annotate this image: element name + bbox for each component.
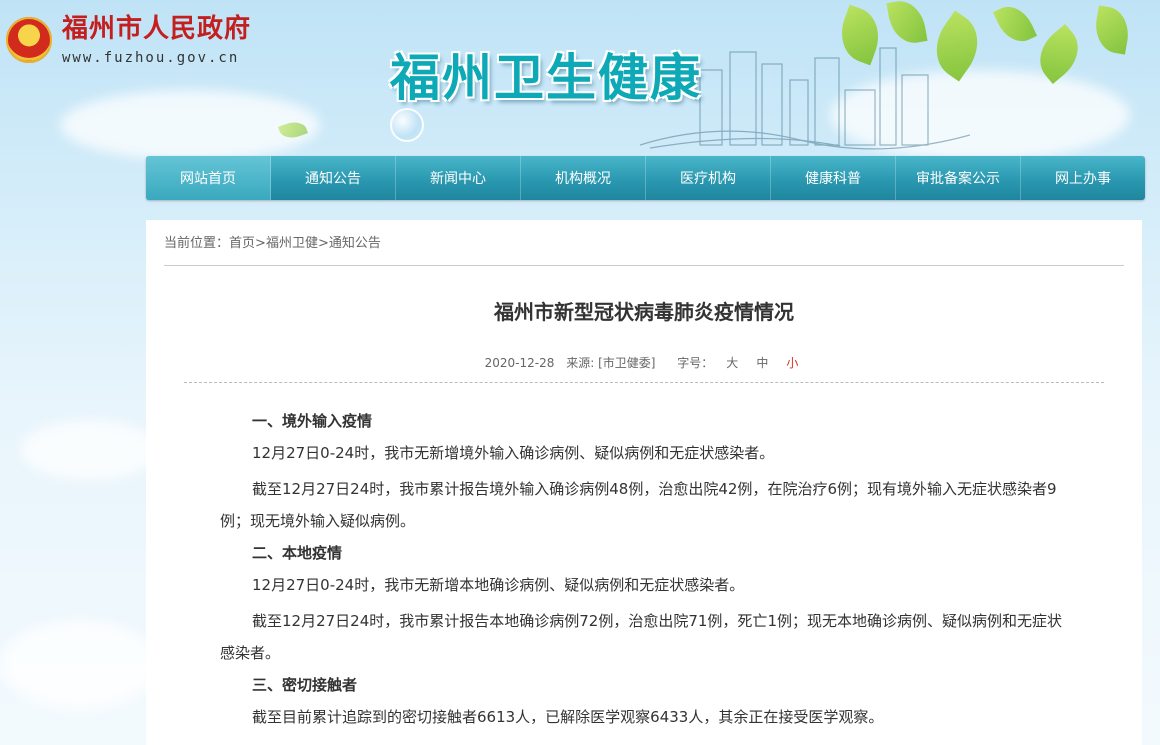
bubble-decoration bbox=[390, 108, 424, 142]
gov-url: www.fuzhou.gov.cn bbox=[62, 50, 240, 66]
breadcrumb-notices[interactable]: 通知公告 bbox=[329, 236, 381, 251]
gov-name: 福州市人民政府 bbox=[62, 14, 252, 44]
breadcrumb-divider bbox=[164, 265, 1124, 266]
font-size-label: 字号： bbox=[677, 356, 714, 370]
nav-item-about[interactable]: 机构概况 bbox=[521, 156, 646, 200]
cloud-decoration bbox=[20, 420, 160, 480]
paragraph: 12月27日0-24时，我市无新增境外输入确诊病例、疑似病例和无症状感染者。 bbox=[252, 444, 775, 462]
gov-logo[interactable]: 福州市人民政府 www.fuzhou.gov.cn bbox=[6, 14, 251, 66]
meta-divider bbox=[184, 382, 1104, 383]
content-panel: 当前位置：首页>福州卫健>通知公告 福州市新型冠状病毒肺炎疫情情况 2020-1… bbox=[146, 220, 1142, 745]
font-size-large[interactable]: 大 bbox=[726, 356, 738, 370]
nav-item-health-science[interactable]: 健康科普 bbox=[771, 156, 896, 200]
paragraph: 截至12月27日24时，我市累计报告境外输入确诊病例48例，治愈出院42例，在院… bbox=[220, 480, 1057, 530]
section-heading: 二、本地疫情 bbox=[252, 544, 343, 562]
section-heading: 三、密切接触者 bbox=[252, 676, 358, 694]
paragraph: 12月27日0-24时，我市无新增本地确诊病例、疑似病例和无症状感染者。 bbox=[252, 576, 745, 594]
article-body: 一、境外输入疫情 12月27日0-24时，我市无新增境外输入确诊病例、疑似病例和… bbox=[220, 405, 1075, 733]
nav-item-medical[interactable]: 医疗机构 bbox=[646, 156, 771, 200]
breadcrumb: 当前位置：首页>福州卫健>通知公告 bbox=[164, 232, 381, 251]
article-date: 2020-12-28 bbox=[484, 356, 555, 370]
breadcrumb-prefix: 当前位置： bbox=[164, 236, 230, 251]
paragraph: 截至12月27日24时，我市累计报告本地确诊病例72例，治愈出院71例，死亡1例… bbox=[220, 612, 1062, 662]
leaf-decoration bbox=[1091, 5, 1133, 55]
national-emblem-icon bbox=[6, 17, 52, 63]
article-title: 福州市新型冠状病毒肺炎疫情情况 bbox=[494, 300, 794, 324]
font-size-small[interactable]: 小 bbox=[786, 356, 798, 370]
leaf-decoration bbox=[992, 0, 1038, 49]
breadcrumb-fuzhou-health[interactable]: 福州卫健 bbox=[266, 236, 318, 251]
breadcrumb-home[interactable]: 首页 bbox=[229, 236, 255, 251]
nav-item-notices[interactable]: 通知公告 bbox=[271, 156, 396, 200]
paragraph: 截至目前累计追踪到的密切接触者6613人，已解除医学观察6433人，其余正在接受… bbox=[252, 708, 884, 726]
nav-item-home[interactable]: 网站首页 bbox=[146, 156, 271, 200]
main-nav: 网站首页 通知公告 新闻中心 机构概况 医疗机构 健康科普 审批备案公示 网上办… bbox=[146, 156, 1145, 200]
font-size-medium[interactable]: 中 bbox=[756, 356, 768, 370]
cloud-decoration bbox=[0, 620, 160, 710]
site-title: 福州卫生健康 bbox=[390, 49, 702, 107]
nav-item-news[interactable]: 新闻中心 bbox=[396, 156, 521, 200]
article-meta: 2020-12-28 来源: [市卫健委] 字号： 大 中 小 bbox=[146, 354, 1142, 371]
section-heading: 一、境外输入疫情 bbox=[252, 412, 373, 430]
breadcrumb-separator: > bbox=[317, 236, 329, 251]
breadcrumb-separator: > bbox=[255, 236, 266, 251]
nav-item-online-services[interactable]: 网上办事 bbox=[1021, 156, 1145, 200]
nav-item-approvals[interactable]: 审批备案公示 bbox=[896, 156, 1021, 200]
article-source: 来源: [市卫健委] bbox=[566, 356, 656, 370]
